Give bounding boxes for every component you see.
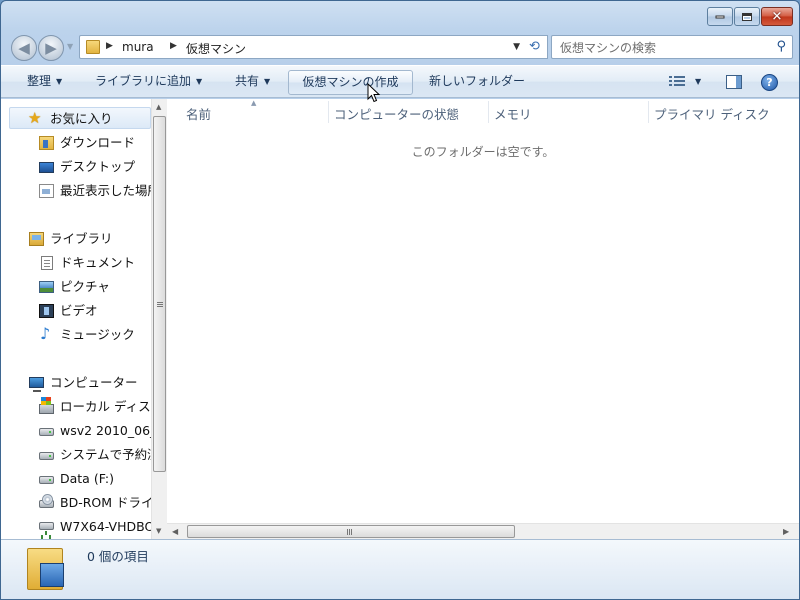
folder-icon (86, 40, 100, 54)
computer-icon (29, 377, 44, 392)
chevron-down-icon: ▼ (264, 77, 271, 86)
explorer-window: ✕ ◀ ▶ ▼ ▶ mura ▶ 仮想マシン ▼ ⟲ ⚲ 整理 ▼ ライブラリに追… (0, 0, 800, 600)
column-divider[interactable] (488, 101, 489, 123)
file-list: ▲ 名前 コンピューターの状態 メモリ プライマリ ディスク このフォルダーは空… (167, 99, 799, 539)
breadcrumb-mura[interactable]: mura (122, 40, 154, 54)
hard-drive-icon (39, 476, 54, 484)
network-drive-icon (39, 522, 54, 535)
address-bar[interactable]: ▶ mura ▶ 仮想マシン ▼ (79, 35, 527, 59)
grip-icon (347, 529, 348, 535)
nav-item-label: ダウンロード (60, 135, 136, 150)
share-button[interactable]: 共有 ▼ (227, 70, 278, 95)
nav-item-label: ミュージック (60, 327, 135, 342)
view-options-icon[interactable] (669, 76, 685, 88)
search-icon[interactable]: ⚲ (776, 39, 786, 54)
scrollbar-thumb[interactable] (187, 525, 515, 538)
chevron-down-icon: ▼ (196, 77, 203, 86)
navigation-pane-scrollbar[interactable]: ▲ ▼ (151, 99, 167, 539)
preview-pane-icon[interactable] (726, 75, 742, 89)
optical-drive-icon (39, 494, 54, 508)
nav-computer-label: コンピューター (50, 375, 138, 390)
organize-button[interactable]: 整理 ▼ (19, 70, 70, 95)
forward-button[interactable]: ▶ (38, 35, 64, 61)
column-header-name[interactable]: 名前 (186, 104, 211, 122)
grip-icon (157, 302, 163, 303)
scroll-left-arrow-icon[interactable]: ◀ (172, 527, 178, 536)
downloads-folder-icon (39, 136, 54, 150)
share-label: 共有 (235, 74, 260, 88)
search-input[interactable] (560, 40, 760, 56)
nav-item-label: 最近表示した場所 (60, 183, 151, 198)
new-folder-button[interactable]: 新しいフォルダー (421, 70, 533, 95)
sort-ascending-icon: ▲ (251, 99, 257, 107)
picture-icon (39, 281, 54, 293)
scroll-down-arrow-icon[interactable]: ▼ (156, 527, 161, 535)
music-note-icon: ♪ (40, 324, 51, 343)
details-pane: 0 個の項目 (1, 539, 799, 599)
nav-favorites-label: お気に入り (50, 111, 113, 126)
column-header-memory[interactable]: メモリ (494, 104, 532, 122)
organize-label: 整理 (27, 74, 52, 88)
star-icon: ★ (28, 109, 42, 127)
add-to-library-label: ライブラリに追加 (95, 74, 192, 88)
recent-places-icon (39, 184, 54, 198)
close-icon: ✕ (771, 9, 783, 24)
breadcrumb-vm-folder[interactable]: 仮想マシン (186, 40, 246, 57)
nav-favorites[interactable]: ★ お気に入り (9, 107, 151, 129)
windows-disk-icon (39, 397, 54, 414)
horizontal-scrollbar[interactable]: ◀ ▶ (167, 523, 799, 539)
empty-folder-message: このフォルダーは空です。 (411, 145, 555, 159)
scroll-up-arrow-icon[interactable]: ▲ (156, 103, 161, 111)
nav-item-label: Data (F:) (60, 471, 115, 486)
recent-pages-dropdown[interactable]: ▼ (67, 42, 73, 51)
minimize-button[interactable] (707, 7, 733, 26)
mouse-cursor-icon (367, 83, 381, 103)
content-area: ★ お気に入り ダウンロード デスクトップ 最近表示した場所 ライブラリ ドキュ… (1, 99, 799, 539)
navigation-bar: ◀ ▶ ▼ ▶ mura ▶ 仮想マシン ▼ ⟲ ⚲ (9, 33, 793, 61)
scroll-right-arrow-icon[interactable]: ▶ (783, 527, 789, 536)
create-vm-button[interactable]: 仮想マシンの作成 (288, 70, 413, 95)
document-icon (41, 256, 53, 270)
nav-item-label: wsv2 2010_06_ (60, 423, 151, 438)
nav-libraries-label: ライブラリ (50, 231, 113, 246)
minimize-icon (715, 15, 725, 18)
nav-item-label: ドキュメント (60, 255, 136, 270)
command-bar: 整理 ▼ ライブラリに追加 ▼ 共有 ▼ 仮想マシンの作成 新しいフォルダー ▼ ? (1, 65, 799, 98)
nav-item-label: システムで予約済み (60, 447, 151, 462)
desktop-icon (39, 162, 54, 173)
nav-item-label: ビデオ (60, 303, 98, 318)
item-count: 0 個の項目 (87, 549, 149, 564)
chevron-right-icon[interactable]: ▶ (170, 41, 177, 51)
add-to-library-button[interactable]: ライブラリに追加 ▼ (87, 70, 210, 95)
close-button[interactable]: ✕ (761, 7, 793, 26)
video-icon (39, 304, 54, 318)
hard-drive-icon (39, 452, 54, 460)
back-button[interactable]: ◀ (11, 35, 37, 61)
nav-item-label: W7X64-VHDBO (60, 519, 151, 534)
search-box[interactable]: ⚲ (551, 35, 793, 59)
chevron-down-icon[interactable]: ▼ (695, 77, 701, 86)
column-headers: ▲ 名前 コンピューターの状態 メモリ プライマリ ディスク (167, 99, 799, 124)
chevron-right-icon[interactable]: ▶ (106, 41, 113, 51)
nav-item-label: BD-ROM ドライブ (60, 495, 151, 510)
help-icon[interactable]: ? (761, 74, 778, 91)
folder-vm-icon (27, 548, 64, 590)
caption-buttons: ✕ (707, 7, 793, 26)
maximize-icon (742, 12, 752, 21)
chevron-down-icon: ▼ (56, 77, 63, 86)
column-header-vm-state[interactable]: コンピューターの状態 (334, 104, 459, 122)
address-dropdown-icon[interactable]: ▼ (513, 42, 520, 52)
scrollbar-thumb[interactable] (153, 116, 166, 472)
hard-drive-icon (39, 428, 54, 436)
nav-item-label: ピクチャ (60, 279, 110, 294)
nav-item-label: デスクトップ (60, 159, 136, 174)
refresh-button[interactable]: ⟲ (522, 35, 548, 59)
column-header-primary-disk[interactable]: プライマリ ディスク (654, 104, 770, 122)
column-divider[interactable] (648, 101, 649, 123)
nav-item-label: ローカル ディスク (60, 399, 151, 414)
navigation-pane: ★ お気に入り ダウンロード デスクトップ 最近表示した場所 ライブラリ ドキュ… (1, 99, 151, 539)
library-icon (29, 232, 44, 246)
column-divider[interactable] (328, 101, 329, 123)
maximize-button[interactable] (734, 7, 760, 26)
